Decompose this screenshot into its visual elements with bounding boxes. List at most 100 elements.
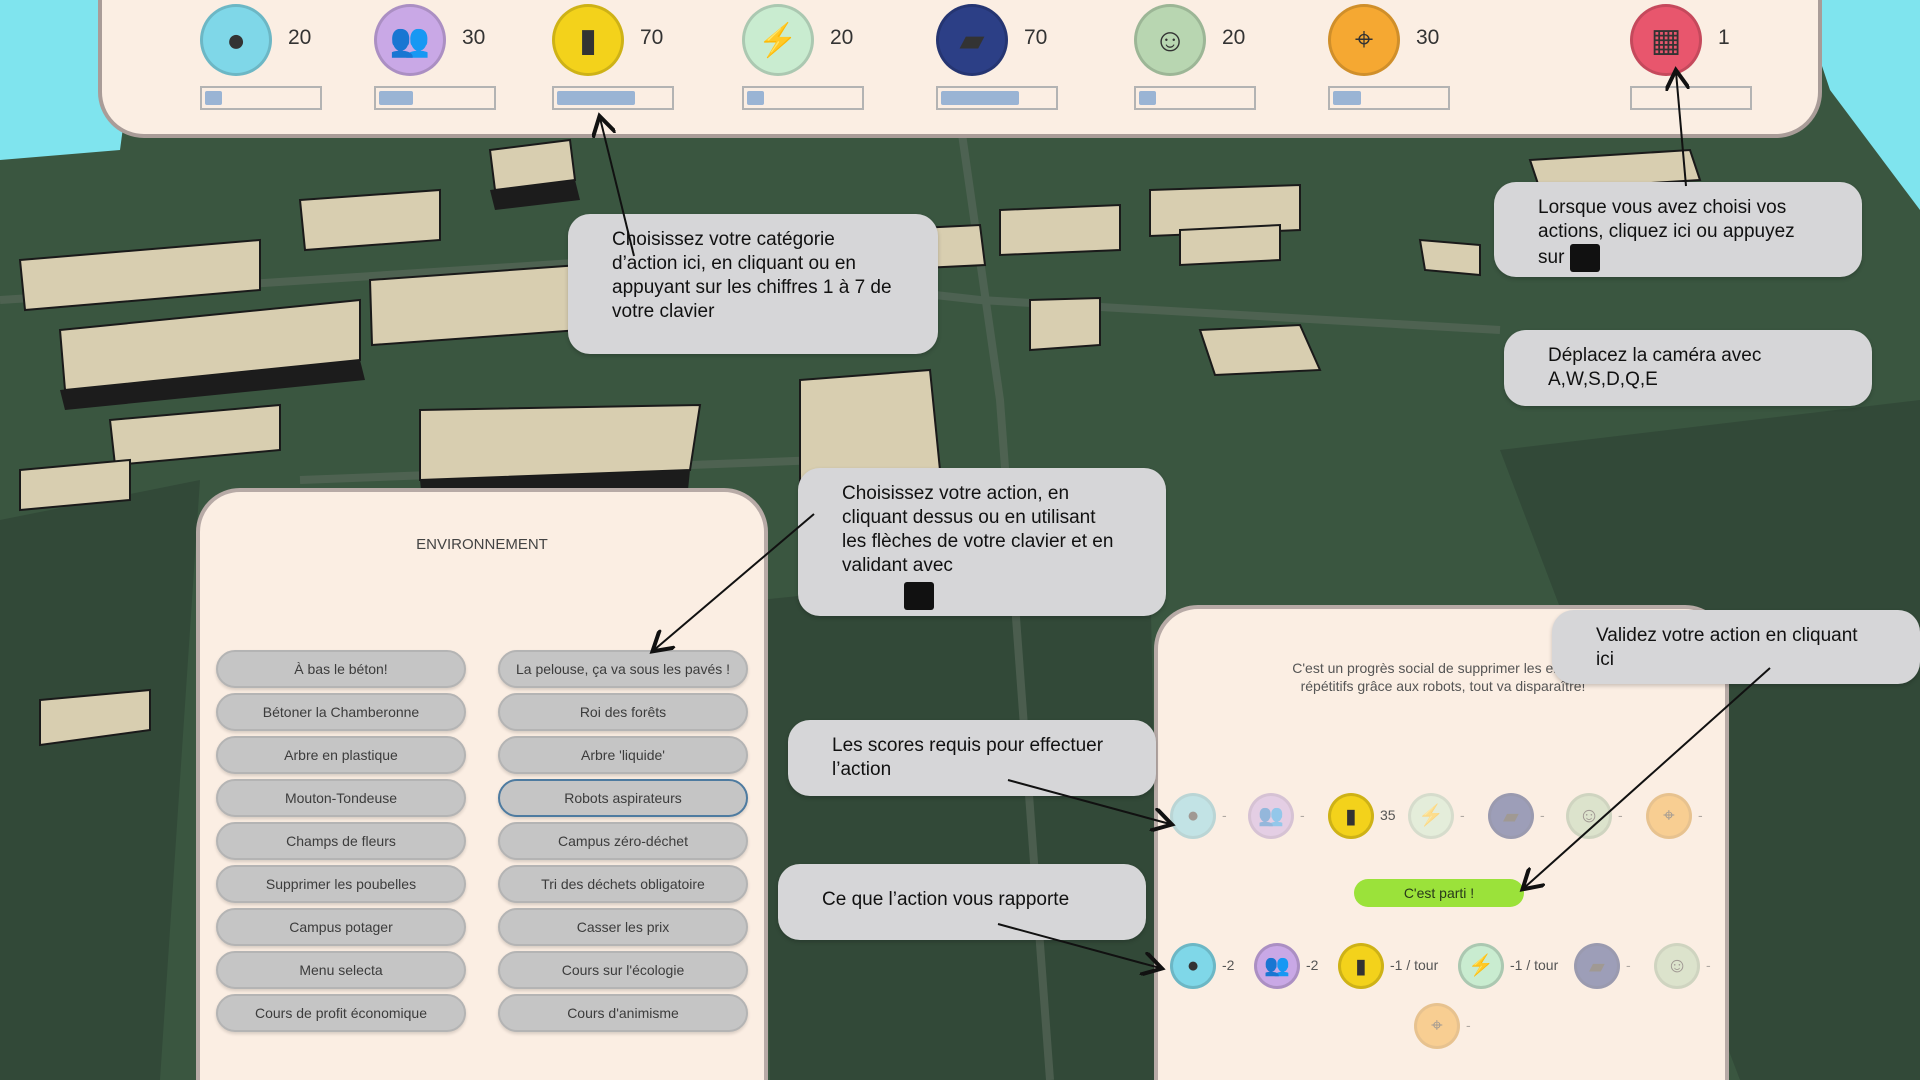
tooltip-reward: Ce que l’action vous rapporte [778, 864, 1146, 940]
score-value: -1 / tour [1510, 957, 1559, 973]
score-value: - [1540, 807, 1545, 823]
energy-icon: ⚡ [742, 4, 814, 76]
enter-key-icon [904, 582, 934, 610]
action-button[interactable]: Cours sur l'écologie [498, 951, 748, 989]
resource-value: 20 [1222, 26, 1246, 49]
action-button[interactable]: Casser les prix [498, 908, 748, 946]
resource-progress-bar [1630, 86, 1752, 110]
score-energy: ⚡ - [1408, 793, 1498, 843]
score-value: - [1466, 1017, 1471, 1033]
action-button[interactable]: Cours de profit économique [216, 994, 466, 1032]
resource-progress-fill [205, 91, 222, 105]
culture-masks-icon: ☺ [1566, 793, 1612, 839]
resource-progress-bar [552, 86, 674, 110]
tooltip-camera-text: Déplacez la caméra avec A,W,S,D,Q,E [1548, 345, 1762, 390]
score-people: 👥 - [1248, 793, 1338, 843]
score-coin: ▮ -1 / tour [1338, 943, 1438, 993]
travel-map-icon: ⌖ [1646, 793, 1692, 839]
category-title: ENVIRONNEMENT [416, 536, 548, 553]
action-button[interactable]: Campus zéro-déchet [498, 822, 748, 860]
culture-masks-icon: ☺ [1134, 4, 1206, 76]
resource-culture-masks[interactable]: ☺ 20 [1134, 0, 1274, 110]
resource-progress-fill [747, 91, 764, 105]
action-button[interactable]: Menu selecta [216, 951, 466, 989]
score-travel-map: ⌖ - [1646, 793, 1736, 843]
travel-map-icon: ⌖ [1414, 1003, 1460, 1049]
resource-planet[interactable]: ● 20 [200, 0, 340, 110]
score-value: - [1460, 807, 1465, 823]
action-button[interactable]: Campus potager [216, 908, 466, 946]
resource-travel-map[interactable]: ⌖ 30 [1328, 0, 1468, 110]
score-value: - [1698, 807, 1703, 823]
score-value: 35 [1380, 807, 1396, 823]
planet-icon: ● [1170, 943, 1216, 989]
education-icon: ▰ [1488, 793, 1534, 839]
resource-progress-bar [742, 86, 864, 110]
resource-energy[interactable]: ⚡ 20 [742, 0, 882, 110]
tooltip-validate: Validez votre action en cliquant ici [1552, 610, 1920, 684]
tooltip-next-turn: Lorsque vous avez choisi vos actions, cl… [1494, 182, 1862, 277]
action-button[interactable]: Arbre 'liquide' [498, 736, 748, 774]
energy-icon: ⚡ [1408, 793, 1454, 839]
resource-progress-fill [1139, 91, 1156, 105]
resource-progress-bar [1328, 86, 1450, 110]
resource-progress-bar [374, 86, 496, 110]
score-energy: ⚡ -1 / tour [1458, 943, 1558, 993]
score-people: 👥 -2 [1254, 943, 1344, 993]
score-planet: ● -2 [1170, 943, 1260, 993]
resource-value: 1 [1718, 26, 1730, 49]
score-coin: ▮ 35 [1328, 793, 1418, 843]
tooltip-action-text: Choisissez votre action, en cliquant des… [842, 483, 1114, 576]
tooltip-camera: Déplacez la caméra avec A,W,S,D,Q,E [1504, 330, 1872, 406]
tooltip-required-scores: Les scores requis pour effectuer l’actio… [788, 720, 1156, 796]
action-list-panel: ENVIRONNEMENT À bas le béton! Bétoner la … [196, 488, 768, 1080]
coin-icon: ▮ [552, 4, 624, 76]
coin-icon: ▮ [1328, 793, 1374, 839]
coin-icon: ▮ [1338, 943, 1384, 989]
resource-value: 30 [462, 26, 486, 49]
resource-value: 70 [1024, 26, 1048, 49]
score-planet: ● - [1170, 793, 1260, 843]
resource-progress-bar [1134, 86, 1256, 110]
action-button[interactable]: Cours d'animisme [498, 994, 748, 1032]
resource-education[interactable]: ▰ 70 [936, 0, 1076, 110]
resource-value: 20 [830, 26, 854, 49]
travel-map-icon: ⌖ [1328, 4, 1400, 76]
score-value: - [1706, 957, 1711, 973]
score-value: -1 / tour [1390, 957, 1439, 973]
action-button[interactable]: Supprimer les poubelles [216, 865, 466, 903]
tooltip-category-text: Choisissez votre catégorie d’action ici,… [612, 229, 892, 322]
resource-progress-fill [941, 91, 1019, 105]
score-travel-map: ⌖ - [1414, 1003, 1504, 1053]
score-value: -2 [1306, 957, 1319, 973]
confirm-action-button[interactable]: C'est parti ! [1354, 879, 1524, 907]
action-button[interactable]: Roi des forêts [498, 693, 748, 731]
action-button[interactable]: À bas le béton! [216, 650, 466, 688]
action-button[interactable]: Mouton-Tondeuse [216, 779, 466, 817]
resource-progress-bar [200, 86, 322, 110]
action-button[interactable]: Tri des déchets obligatoire [498, 865, 748, 903]
people-icon: 👥 [1248, 793, 1294, 839]
action-button[interactable]: La pelouse, ça va sous les pavés ! [498, 650, 748, 688]
resource-progress-bar [936, 86, 1058, 110]
score-value: - [1618, 807, 1623, 823]
resource-people[interactable]: 👥 30 [374, 0, 514, 110]
score-value: - [1300, 807, 1305, 823]
action-button[interactable]: Champs de fleurs [216, 822, 466, 860]
tooltip-required-scores-text: Les scores requis pour effectuer l’actio… [832, 735, 1104, 780]
score-culture-masks: ☺ - [1654, 943, 1744, 993]
resource-progress-fill [379, 91, 413, 105]
score-value: - [1222, 807, 1227, 823]
resource-coin[interactable]: ▮ 70 [552, 0, 692, 110]
resource-value: 20 [288, 26, 312, 49]
next-calendar-icon: ▦ [1630, 4, 1702, 76]
action-button[interactable]: Arbre en plastique [216, 736, 466, 774]
tooltip-validate-text: Validez votre action en cliquant ici [1596, 625, 1858, 670]
tooltip-category: Choisissez votre catégorie d’action ici,… [568, 214, 938, 354]
resource-next-calendar[interactable]: ▦ 1 [1630, 0, 1770, 110]
score-education: ▰ - [1574, 943, 1664, 993]
action-button[interactable]: Bétoner la Chamberonne [216, 693, 466, 731]
tooltip-reward-text: Ce que l’action vous rapporte [822, 889, 1070, 910]
resource-value: 70 [640, 26, 664, 49]
action-button[interactable]: Robots aspirateurs [498, 779, 748, 817]
